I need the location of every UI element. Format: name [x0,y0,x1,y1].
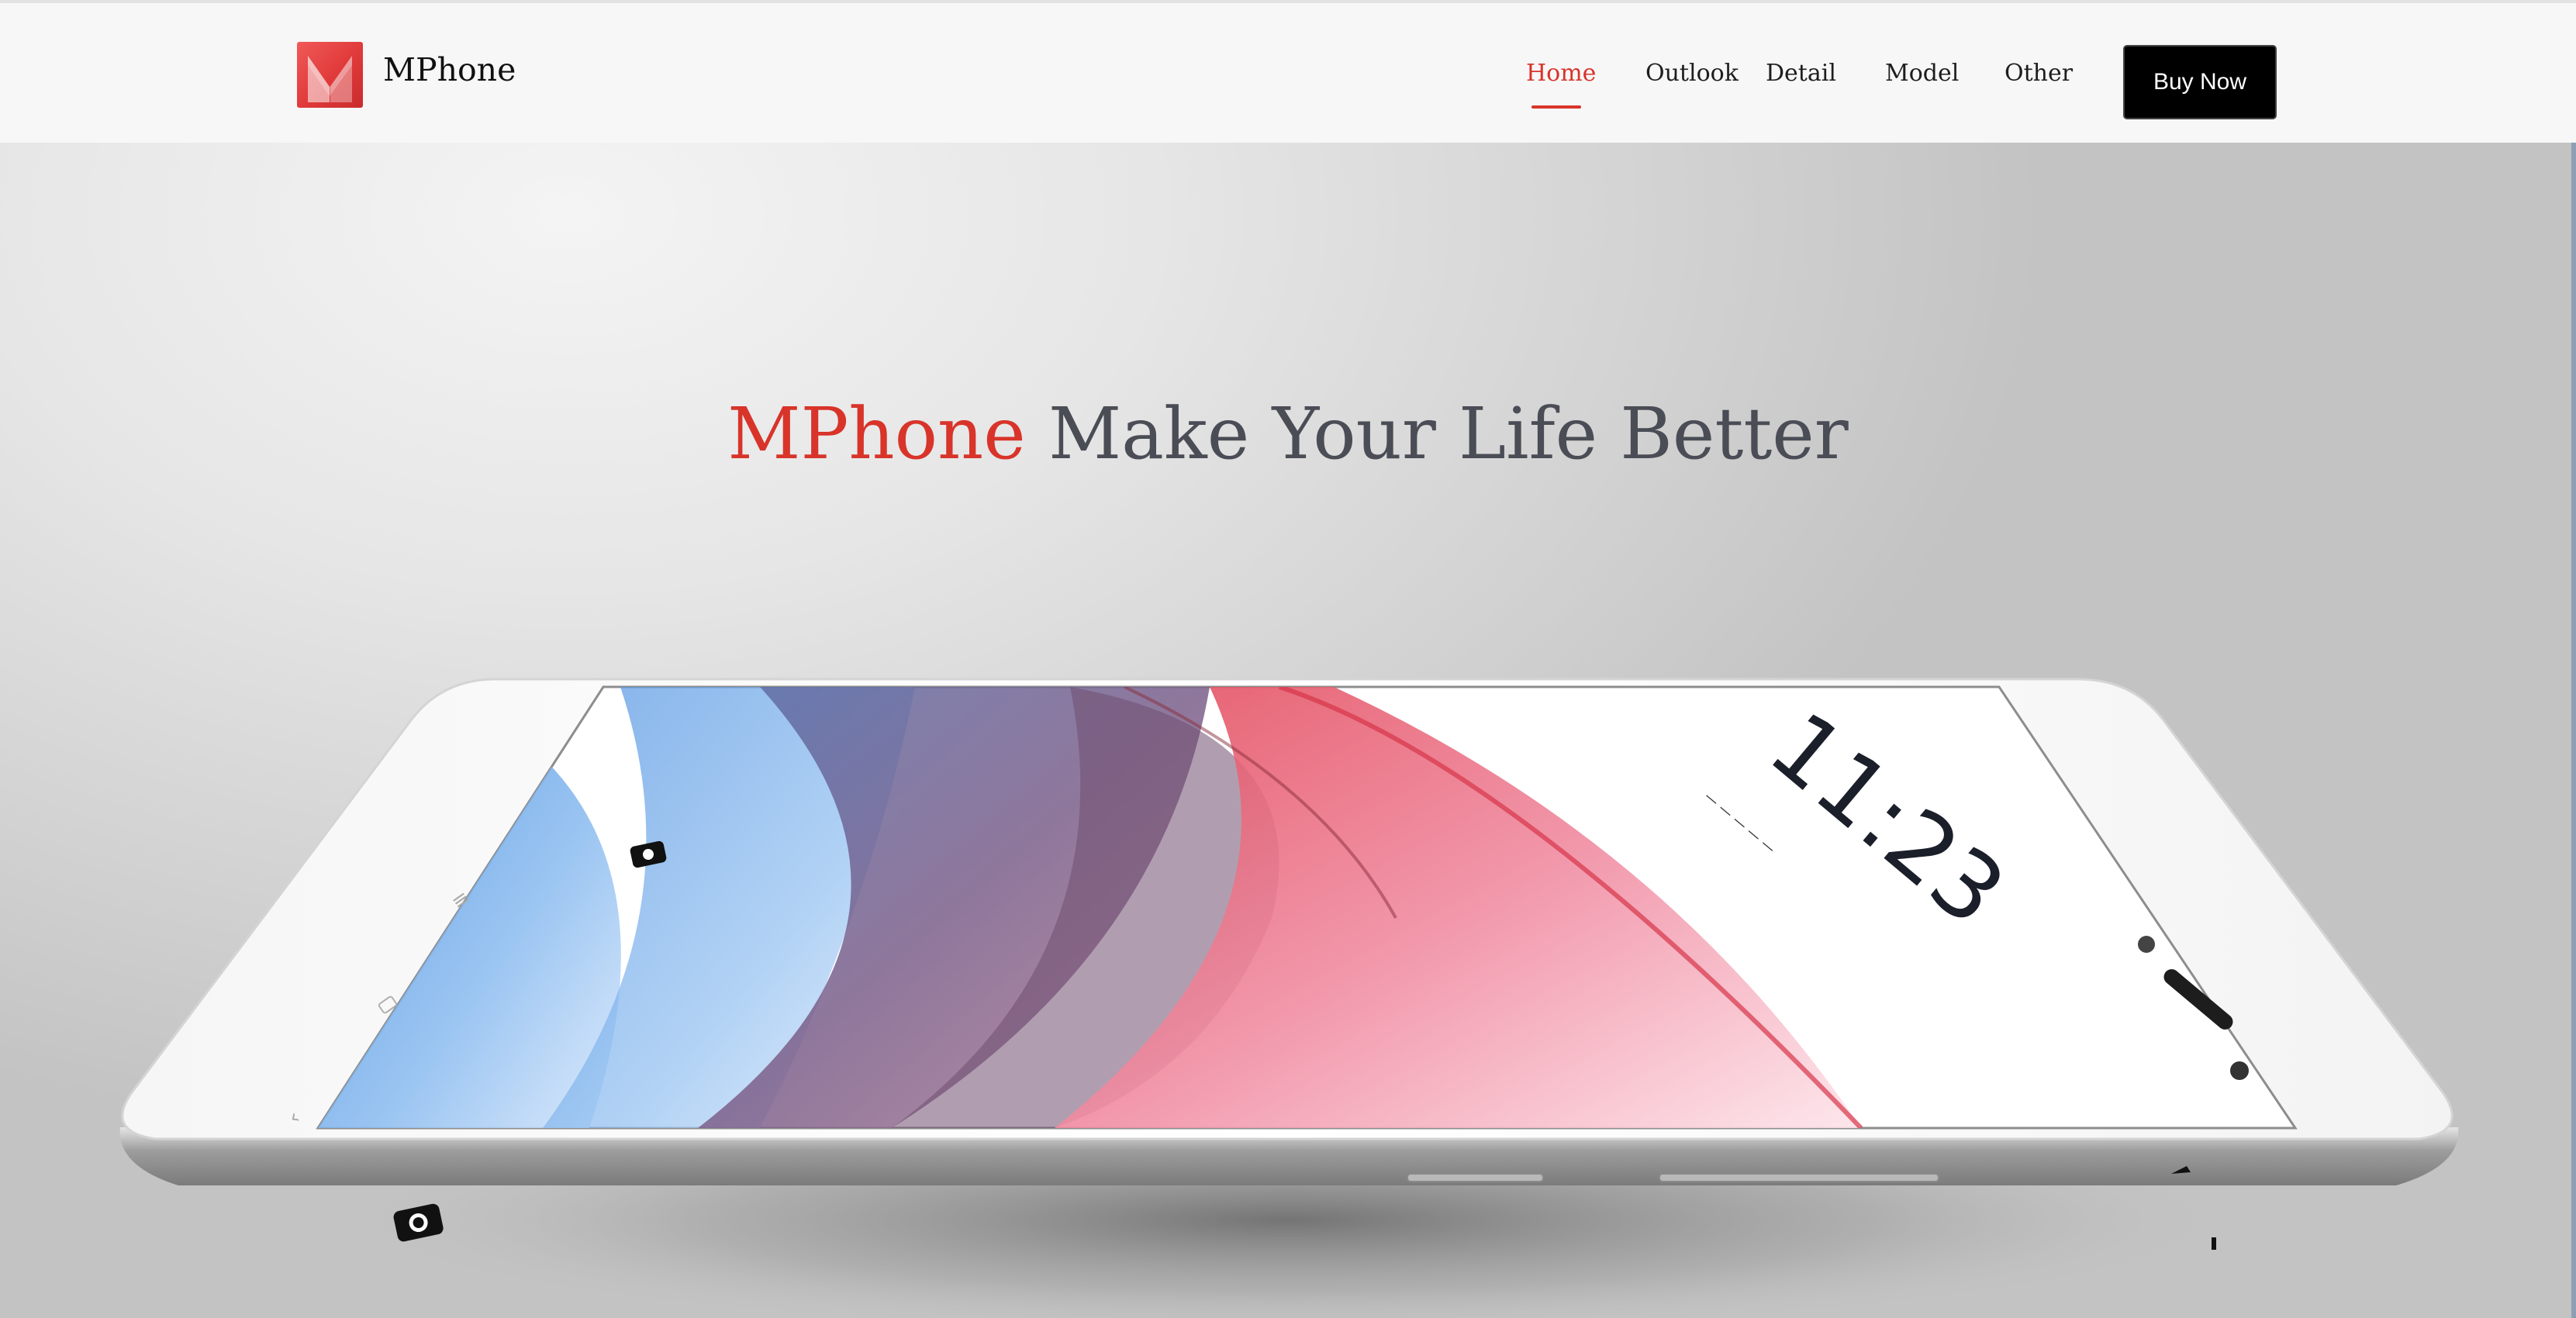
phone-image: 11:23 — — — — — ≡ ‹ [119,678,2459,1318]
nav-active-indicator [1531,105,1581,109]
top-nav-bar: MPhone Home Outlook Detail Model Other B… [0,0,2576,143]
nav-detail[interactable]: Detail [1766,62,1836,85]
m-logo-icon[interactable] [297,42,363,108]
nav-model[interactable]: Model [1885,62,1959,85]
nav-outlook[interactable]: Outlook [1645,62,1739,85]
buy-now-button[interactable]: Buy Now [2123,45,2277,119]
brand-name[interactable]: MPhone [383,54,516,86]
nav-other[interactable]: Other [2005,62,2073,85]
hero-section: MPhone Make Your Life Better 11:23 — — —… [0,143,2576,1318]
nav-home[interactable]: Home [1526,62,1596,85]
